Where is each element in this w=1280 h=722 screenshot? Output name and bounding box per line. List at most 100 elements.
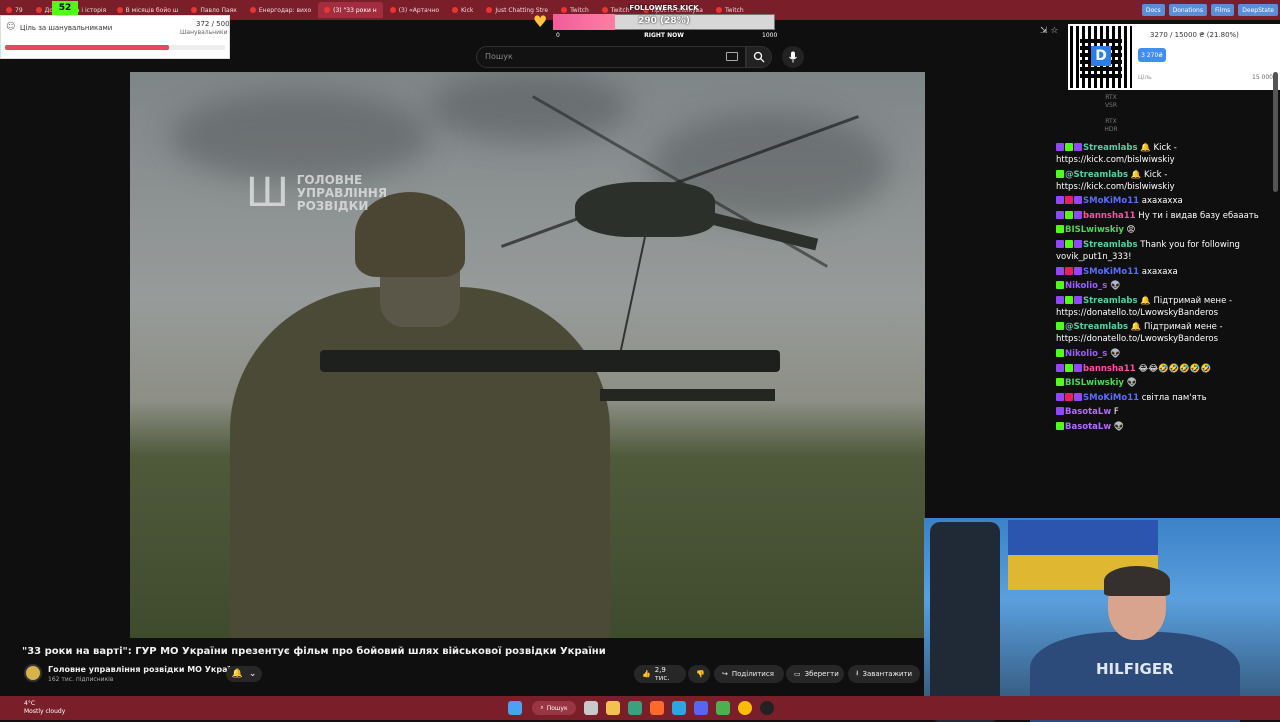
chat-message: SMoKiMo11 світла пам'ять xyxy=(1056,392,1280,404)
like-button[interactable]: 👍 2,9 тис. xyxy=(634,665,686,683)
tab-favicon-icon xyxy=(249,7,256,13)
chat-text: Ну ти і видав базу ебааать xyxy=(1135,210,1259,221)
followers-count: 290 (28%) xyxy=(638,16,690,26)
goal-progress-fill xyxy=(5,45,169,50)
tab-label: В місяців бойо ш xyxy=(125,6,179,14)
machine-gun xyxy=(320,350,780,372)
file-explorer-icon[interactable] xyxy=(606,701,620,715)
edge-icon[interactable] xyxy=(628,701,642,715)
chat-badge-icon xyxy=(1056,407,1064,416)
followers-right-now: RIGHT NOW xyxy=(644,32,684,39)
chat-badge-icon xyxy=(1065,295,1073,304)
taskbar-search-button[interactable]: ⌕ Пошук xyxy=(532,701,576,715)
chat-badge-icon xyxy=(1074,392,1082,401)
browser-tab[interactable]: (3) «Артачно xyxy=(384,2,445,18)
search-button[interactable] xyxy=(746,46,772,68)
chrome-icon[interactable] xyxy=(738,701,752,715)
shirt-logo: HILFIGER xyxy=(1096,660,1174,678)
tab-label: (3) "33 роки н xyxy=(333,6,377,14)
chat-badge-icon xyxy=(1074,363,1082,372)
download-button[interactable]: ⭳ Завантажити xyxy=(848,665,920,683)
chat-text: 👽 xyxy=(1107,281,1121,292)
chat-badge-icon xyxy=(1065,266,1073,275)
chat-username[interactable]: bannsha11 xyxy=(1083,364,1136,374)
chat-username[interactable]: BISLwiwskiy xyxy=(1065,378,1124,388)
chat-message: Nikolio_s 👽 xyxy=(1056,348,1280,360)
chat-username[interactable]: BISLwiwskiy xyxy=(1065,225,1124,235)
tab-favicon-icon xyxy=(389,7,396,13)
share-button[interactable]: ↪ Поділитися xyxy=(714,665,784,683)
task-view-icon[interactable] xyxy=(584,701,598,715)
weather-desc: Mostly cloudy xyxy=(24,708,66,715)
video-player[interactable]: Ш ГОЛОВНЕ УПРАВЛІННЯ РОЗВІДКИ xyxy=(130,72,925,638)
bookmark-icon: ▭ xyxy=(794,670,801,678)
discord-icon[interactable] xyxy=(694,701,708,715)
voice-search-button[interactable] xyxy=(782,46,804,68)
chat-text: 😡 xyxy=(1123,225,1136,236)
chat-panel: Streamlabs 🔔 Kick - https://kick.com/bis… xyxy=(1056,142,1280,442)
video-title: "33 роки на варті": ГУР МО України презе… xyxy=(22,646,606,657)
chat-username[interactable]: @Streamlabs xyxy=(1065,322,1128,332)
extension-icons[interactable]: ⇲ ☆ xyxy=(1040,26,1058,36)
search-input[interactable]: Пошук xyxy=(476,46,746,68)
bookmark-item[interactable]: DeepState xyxy=(1238,4,1278,16)
share-label: Поділитися xyxy=(731,670,774,678)
donatello-logo-icon: D xyxy=(1091,46,1111,66)
chat-badge-icon xyxy=(1065,392,1073,401)
browser-tab[interactable]: Енергодар: вихо xyxy=(244,2,317,18)
channel-name[interactable]: Головне управління розвідки МО України xyxy=(48,665,241,674)
chat-badge-icon xyxy=(1074,196,1082,205)
bookmark-item[interactable]: Docs xyxy=(1141,4,1165,16)
chat-badge-icon xyxy=(1056,281,1064,290)
chat-username[interactable]: Streamlabs xyxy=(1083,143,1138,153)
watermark-line: УПРАВЛІННЯ xyxy=(296,185,388,200)
weather-widget[interactable]: 4°C Mostly cloudy xyxy=(24,700,65,716)
chat-username[interactable]: BasotaLw xyxy=(1065,407,1111,417)
browser-tab[interactable]: Kick xyxy=(446,2,479,18)
chat-username[interactable]: BasotaLw xyxy=(1065,422,1111,432)
chat-username[interactable]: SMoKiMo11 xyxy=(1083,267,1139,277)
telegram-icon[interactable] xyxy=(672,701,686,715)
chat-username[interactable]: Nikolio_s xyxy=(1065,349,1107,359)
chat-message: @Streamlabs 🔔 Підтримай мене - https://d… xyxy=(1056,321,1280,345)
app-icon[interactable] xyxy=(716,701,730,715)
kick-counter-badge: 52 xyxy=(52,1,78,15)
chat-username[interactable]: Streamlabs xyxy=(1083,296,1138,306)
bookmark-item[interactable]: Films xyxy=(1210,4,1235,16)
channel-avatar[interactable] xyxy=(24,664,42,682)
firefox-icon[interactable] xyxy=(650,701,664,715)
microphone-icon xyxy=(789,51,797,63)
chat-badge-icon xyxy=(1056,392,1064,401)
chat-text: ахахахха xyxy=(1139,196,1183,207)
chat-username[interactable]: Streamlabs xyxy=(1083,240,1138,250)
save-button[interactable]: ▭ Зберегти xyxy=(786,665,844,683)
download-icon: ⭳ xyxy=(856,668,859,677)
chevron-down-icon: ⌄ xyxy=(248,669,257,679)
chat-message: SMoKiMo11 ахахахха xyxy=(1056,195,1280,207)
tab-label: (3) «Артачно xyxy=(398,6,439,14)
dislike-button[interactable]: 👎 xyxy=(688,665,710,683)
chat-username[interactable]: SMoKiMo11 xyxy=(1083,393,1139,403)
helicopter xyxy=(575,182,715,237)
chat-message: SMoKiMo11 ахахаха xyxy=(1056,266,1280,278)
chat-message: bannsha11 Ну ти і видав базу ебааать xyxy=(1056,210,1280,222)
chat-username[interactable]: @Streamlabs xyxy=(1065,170,1128,180)
chat-message: BISLwiwskiy 😡 xyxy=(1056,224,1280,236)
browser-tab[interactable]: (3) "33 роки н xyxy=(318,2,383,18)
goal-count: 372 / 500 xyxy=(196,20,230,28)
windows-start-icon[interactable] xyxy=(508,701,522,715)
obs-icon[interactable] xyxy=(760,701,774,715)
chat-badge-icon xyxy=(1056,348,1064,357)
chat-username[interactable]: SMoKiMo11 xyxy=(1083,196,1139,206)
chat-username[interactable]: bannsha11 xyxy=(1083,211,1136,221)
chat-message: Streamlabs 🔔 Kick - https://kick.com/bis… xyxy=(1056,142,1280,166)
machine-gun-second xyxy=(600,389,775,401)
bookmark-item[interactable]: Donations xyxy=(1168,4,1207,16)
webcam-chair xyxy=(930,522,1000,722)
keyboard-icon[interactable] xyxy=(726,52,738,61)
rtx-vsr-indicator: RTX VSR xyxy=(1104,94,1118,109)
chat-text: 👽 xyxy=(1123,378,1138,389)
bell-icon: 🔔 xyxy=(231,669,243,679)
chat-username[interactable]: Nikolio_s xyxy=(1065,281,1107,291)
notification-bell-button[interactable]: 🔔 ⌄ xyxy=(226,666,262,682)
